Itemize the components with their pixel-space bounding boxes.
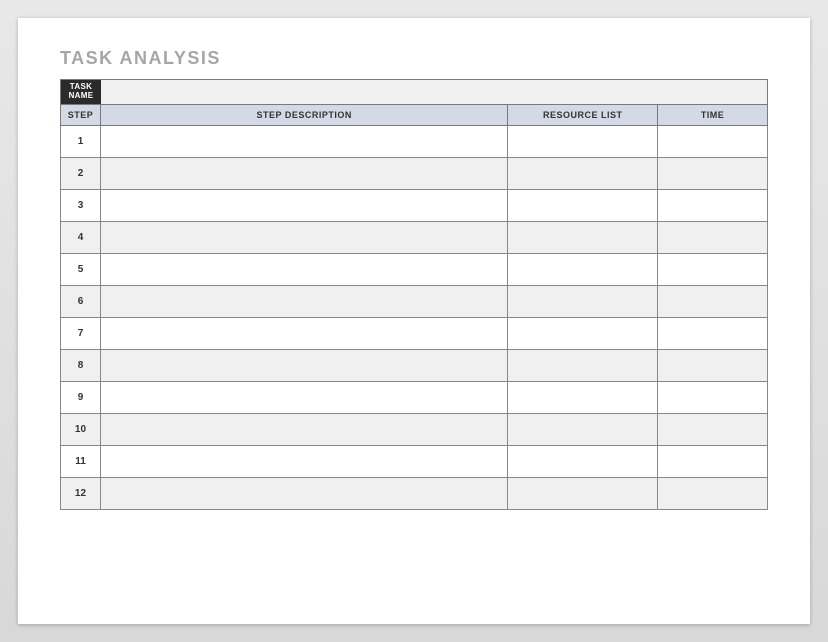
col-header-step: STEP (61, 104, 101, 125)
resource-cell[interactable] (508, 445, 658, 477)
task-name-input[interactable] (101, 80, 767, 104)
task-table: STEP STEP DESCRIPTION RESOURCE LIST TIME… (60, 104, 768, 510)
table-row: 10 (61, 413, 768, 445)
step-number: 2 (61, 157, 101, 189)
step-number: 6 (61, 285, 101, 317)
resource-cell[interactable] (508, 157, 658, 189)
step-description-cell[interactable] (100, 221, 507, 253)
resource-cell[interactable] (508, 349, 658, 381)
step-number: 3 (61, 189, 101, 221)
resource-cell[interactable] (508, 413, 658, 445)
time-cell[interactable] (658, 189, 768, 221)
table-row: 8 (61, 349, 768, 381)
resource-cell[interactable] (508, 317, 658, 349)
step-description-cell[interactable] (100, 445, 507, 477)
time-cell[interactable] (658, 125, 768, 157)
step-number: 4 (61, 221, 101, 253)
task-name-label: TASK NAME (61, 80, 101, 104)
table-row: 1 (61, 125, 768, 157)
step-description-cell[interactable] (100, 381, 507, 413)
resource-cell[interactable] (508, 125, 658, 157)
time-cell[interactable] (658, 317, 768, 349)
table-row: 4 (61, 221, 768, 253)
col-header-resource: RESOURCE LIST (508, 104, 658, 125)
time-cell[interactable] (658, 253, 768, 285)
table-row: 11 (61, 445, 768, 477)
time-cell[interactable] (658, 413, 768, 445)
time-cell[interactable] (658, 221, 768, 253)
resource-cell[interactable] (508, 381, 658, 413)
step-number: 1 (61, 125, 101, 157)
time-cell[interactable] (658, 445, 768, 477)
step-number: 9 (61, 381, 101, 413)
resource-cell[interactable] (508, 477, 658, 509)
table-row: 12 (61, 477, 768, 509)
col-header-description: STEP DESCRIPTION (100, 104, 507, 125)
step-description-cell[interactable] (100, 477, 507, 509)
step-description-cell[interactable] (100, 253, 507, 285)
step-description-cell[interactable] (100, 125, 507, 157)
time-cell[interactable] (658, 349, 768, 381)
step-description-cell[interactable] (100, 317, 507, 349)
task-name-row: TASK NAME (60, 79, 768, 104)
step-number: 12 (61, 477, 101, 509)
document-page: TASK ANALYSIS TASK NAME STEP STEP DESCRI… (18, 18, 810, 624)
step-description-cell[interactable] (100, 157, 507, 189)
time-cell[interactable] (658, 381, 768, 413)
step-description-cell[interactable] (100, 413, 507, 445)
resource-cell[interactable] (508, 253, 658, 285)
resource-cell[interactable] (508, 221, 658, 253)
step-description-cell[interactable] (100, 285, 507, 317)
step-description-cell[interactable] (100, 189, 507, 221)
step-number: 8 (61, 349, 101, 381)
table-row: 7 (61, 317, 768, 349)
step-number: 10 (61, 413, 101, 445)
page-title: TASK ANALYSIS (60, 48, 768, 69)
resource-cell[interactable] (508, 189, 658, 221)
table-header-row: STEP STEP DESCRIPTION RESOURCE LIST TIME (61, 104, 768, 125)
table-row: 5 (61, 253, 768, 285)
table-row: 3 (61, 189, 768, 221)
col-header-time: TIME (658, 104, 768, 125)
time-cell[interactable] (658, 157, 768, 189)
step-number: 11 (61, 445, 101, 477)
step-number: 7 (61, 317, 101, 349)
time-cell[interactable] (658, 285, 768, 317)
resource-cell[interactable] (508, 285, 658, 317)
time-cell[interactable] (658, 477, 768, 509)
step-number: 5 (61, 253, 101, 285)
table-row: 9 (61, 381, 768, 413)
step-description-cell[interactable] (100, 349, 507, 381)
table-row: 6 (61, 285, 768, 317)
table-row: 2 (61, 157, 768, 189)
